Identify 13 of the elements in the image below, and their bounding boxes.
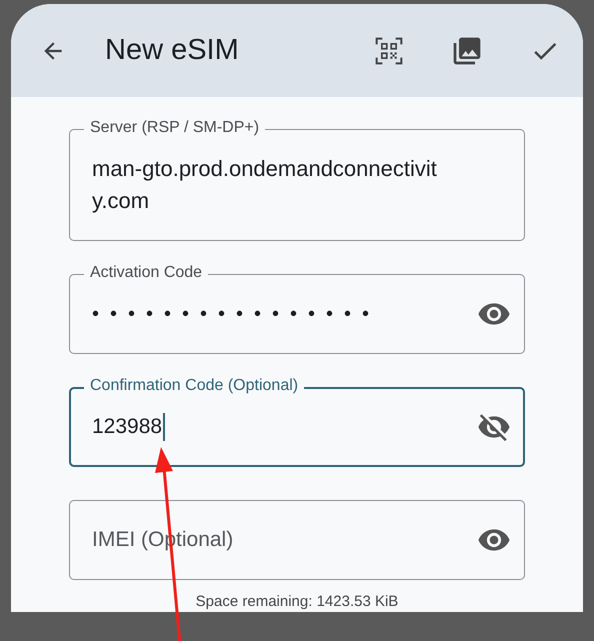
field-label: Server (RSP / SM-DP+) bbox=[84, 118, 266, 138]
field-value: 123988 bbox=[92, 414, 162, 440]
storage-status-text: Space remaining: 1423.53 KiB bbox=[196, 593, 398, 610]
field-value: man-gto.prod.ondemandconnectivity.com bbox=[92, 155, 438, 215]
qr-code-icon bbox=[373, 34, 405, 66]
input-field[interactable]: Confirmation Code (Optional) 123988 bbox=[69, 376, 525, 467]
field-label: Confirmation Code (Optional) bbox=[84, 376, 304, 396]
input-field[interactable]: Server (RSP / SM-DP+) man-gto.prod.ondemandconnectivity.com bbox=[69, 118, 525, 241]
input-field[interactable]: Activation Code •••••••••••••••• bbox=[69, 263, 525, 354]
screen-title: New eSIM bbox=[105, 34, 239, 67]
field-value: •••••••••••••••• bbox=[92, 302, 380, 327]
image-icon bbox=[451, 34, 483, 66]
text-cursor bbox=[163, 413, 166, 441]
